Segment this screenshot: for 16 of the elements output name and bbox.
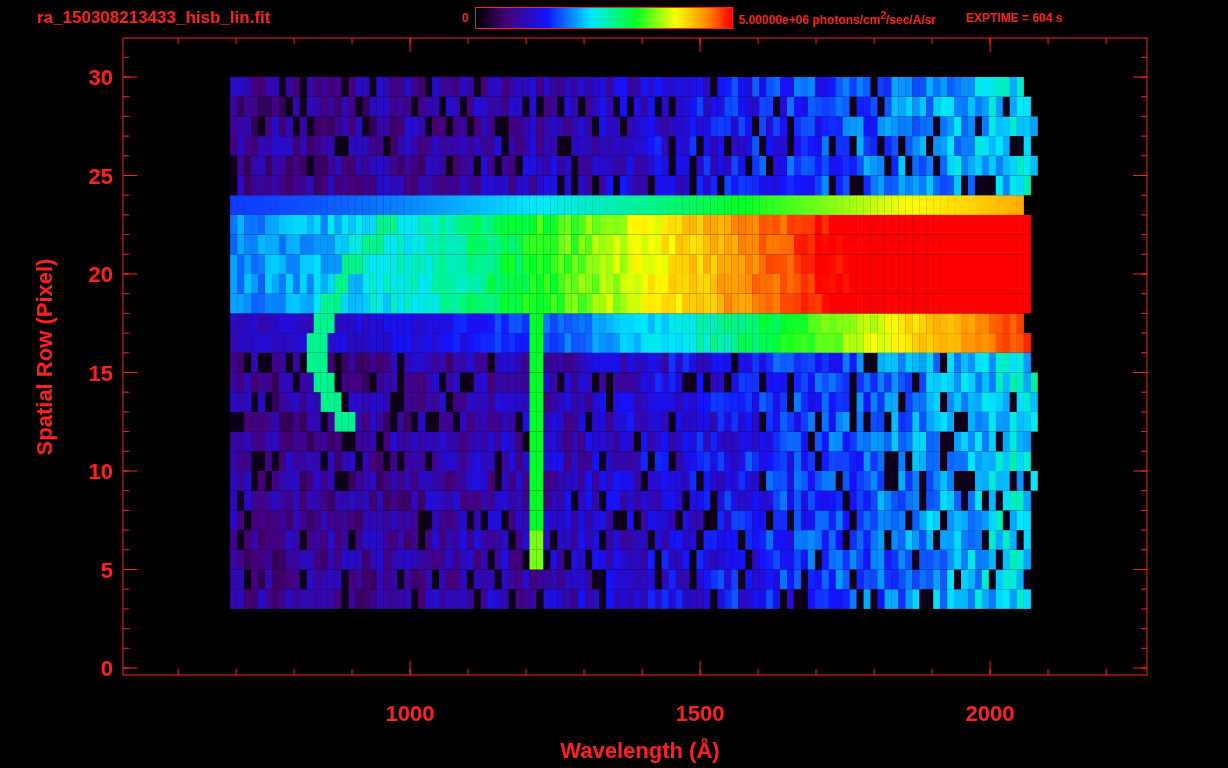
y-tick-label: 0 [100,656,113,681]
y-tick-label: 25 [88,163,113,189]
y-axis-label: Spatial Row (Pixel) [32,258,57,456]
colorbar-max-label: 5.00000e+06 photons/cm$^{2}$/sec/A/sr [738,9,937,27]
x-tick-label: 2000 [965,701,1015,726]
x-tick-label: 1500 [675,701,725,726]
y-tick-label: 20 [88,262,113,287]
y-tick-label: 5 [100,557,113,583]
colorbar-min-label: 0 [462,11,469,25]
x-tick-label: 1000 [385,701,435,726]
exposure-time: EXPTIME = 604 s [966,11,1063,25]
y-tick-label: 30 [88,65,113,90]
file-title: ra_150308213433_hisb_lin.fit [37,8,272,28]
y-tick-label: 15 [88,360,113,386]
x-axis-label: Wavelength (Å) [560,738,720,763]
y-tick-label: 10 [88,459,113,484]
